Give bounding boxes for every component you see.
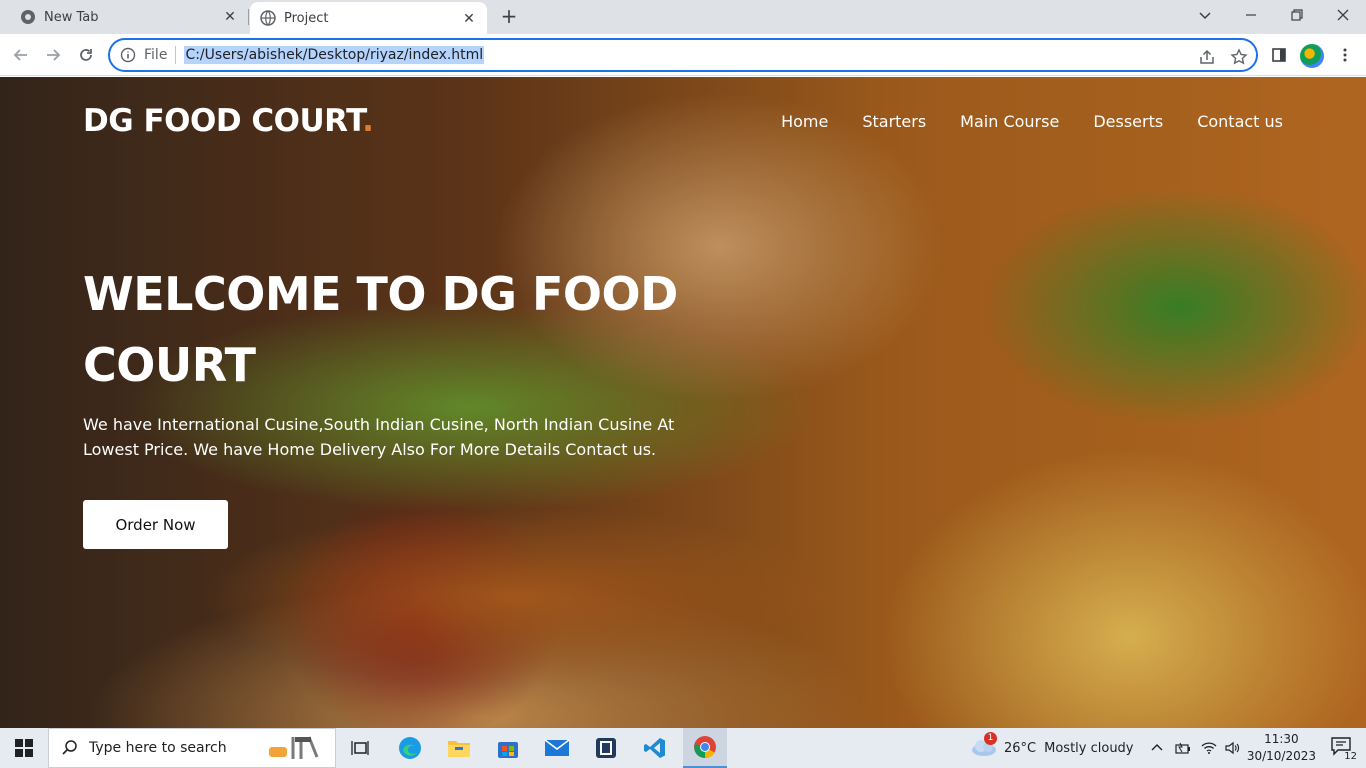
address-bar[interactable]: File C:/Users/abishek/Desktop/riyaz/inde… [108, 38, 1258, 72]
url-text[interactable]: C:/Users/abishek/Desktop/riyaz/index.htm… [184, 46, 485, 64]
nav-main-course[interactable]: Main Course [960, 112, 1059, 131]
search-placeholder: Type here to search [89, 740, 227, 756]
task-view-button[interactable] [346, 734, 374, 762]
hero-description: We have International Cusine,South India… [83, 412, 683, 462]
divider [175, 46, 177, 64]
windows-logo-icon [15, 739, 33, 757]
browser-toolbar: File C:/Users/abishek/Desktop/riyaz/inde… [0, 34, 1366, 76]
hero-title: WELCOME TO DG FOOD COURT [83, 259, 683, 401]
task-view-icon [351, 741, 369, 755]
mail-button[interactable] [543, 734, 571, 762]
scheme-label: File [144, 47, 168, 63]
share-icon[interactable] [1198, 48, 1216, 66]
minimize-button[interactable] [1228, 0, 1274, 30]
arrow-right-icon [47, 49, 61, 61]
taskbar: Type here to search 1 26°C Mostly cloudy [0, 728, 1366, 768]
tab-title: Project [284, 10, 329, 26]
clock-date: 30/10/2023 [1246, 749, 1316, 763]
battery-icon[interactable] [1174, 741, 1192, 755]
order-now-button[interactable]: Order Now [83, 500, 228, 549]
hero-title-line1: WELCOME TO DG FOOD [83, 267, 678, 321]
new-tab-button[interactable]: + [498, 6, 520, 28]
reload-button[interactable] [75, 44, 97, 66]
main-nav: Home Starters Main Course Desserts Conta… [781, 112, 1283, 131]
restore-icon [1291, 9, 1303, 21]
wifi-icon[interactable] [1200, 741, 1218, 755]
arrow-left-icon [13, 49, 27, 61]
edge-icon [399, 737, 421, 759]
clock[interactable]: 11:30 30/10/2023 [1247, 731, 1316, 765]
weather-temp: 26°C [1004, 740, 1037, 756]
close-window-button[interactable] [1320, 0, 1366, 30]
clock-time: 11:30 [1264, 732, 1299, 746]
chevron-up-icon[interactable] [1150, 741, 1164, 755]
close-icon[interactable]: ✕ [222, 9, 238, 25]
search-icon [62, 740, 77, 755]
hero-title-line2: COURT [83, 338, 256, 392]
notification-count: 12 [1343, 751, 1358, 762]
restore-button[interactable] [1274, 0, 1320, 30]
logo-dot: . [362, 103, 374, 139]
nav-contact-us[interactable]: Contact us [1197, 112, 1283, 131]
start-button[interactable] [0, 728, 48, 768]
close-icon[interactable]: ✕ [461, 11, 477, 27]
globe-icon [260, 10, 276, 26]
site-logo[interactable]: DG FOOD COURT. [83, 103, 374, 139]
tab-strip: New Tab ✕ Project ✕ + [0, 0, 1366, 34]
side-panel-button[interactable] [1268, 44, 1290, 66]
nav-starters[interactable]: Starters [862, 112, 926, 131]
forward-button[interactable] [42, 44, 64, 66]
kebab-menu-icon [1343, 48, 1347, 62]
profile-avatar[interactable] [1300, 44, 1324, 68]
hero-text-line1: We have International Cusine,South India… [83, 415, 675, 434]
back-button[interactable] [10, 44, 32, 66]
info-icon[interactable] [120, 47, 136, 63]
tab-title: New Tab [44, 9, 99, 25]
minimize-icon [1246, 14, 1256, 16]
mail-icon [544, 739, 570, 756]
weather-condition: Mostly cloudy [1044, 740, 1134, 756]
taskbar-search[interactable]: Type here to search [48, 728, 336, 768]
app-button[interactable] [592, 734, 620, 762]
reload-icon [80, 49, 92, 61]
folder-icon [448, 741, 470, 757]
star-icon[interactable] [1230, 48, 1248, 66]
tools-icon [269, 736, 319, 759]
store-button[interactable] [494, 734, 522, 762]
chevron-down-icon [1199, 12, 1211, 20]
nav-home[interactable]: Home [781, 112, 828, 131]
cloud-icon: 1 [970, 732, 998, 760]
vscode-button[interactable] [641, 734, 669, 762]
side-panel-icon [1272, 48, 1286, 62]
close-icon [1337, 9, 1349, 21]
file-explorer-button[interactable] [445, 734, 473, 762]
app-icon [596, 738, 616, 758]
weather-badge: 1 [984, 732, 997, 745]
tab-project[interactable]: Project ✕ [250, 2, 487, 34]
notification-center-button[interactable]: 12 [1330, 736, 1358, 762]
chrome-icon [694, 736, 716, 758]
edge-button[interactable] [396, 734, 424, 762]
volume-icon[interactable] [1224, 741, 1242, 755]
hero-text-line2: Lowest Price. We have Home Delivery Also… [83, 440, 657, 459]
store-icon [498, 742, 518, 758]
system-tray [1150, 728, 1242, 768]
menu-button[interactable] [1334, 44, 1356, 66]
chrome-icon [21, 10, 35, 24]
hero-section: DG FOOD COURT. Home Starters Main Course… [0, 77, 1366, 728]
chrome-taskbar-button[interactable] [683, 728, 727, 768]
tab-new-tab[interactable]: New Tab ✕ [0, 0, 249, 34]
vscode-icon [644, 738, 665, 758]
tab-search-button[interactable] [1182, 0, 1228, 30]
tab-divider [248, 9, 249, 25]
logo-text: DG FOOD COURT [83, 103, 363, 139]
nav-desserts[interactable]: Desserts [1093, 112, 1163, 131]
weather-widget[interactable]: 1 26°C Mostly cloudy [970, 728, 1134, 768]
